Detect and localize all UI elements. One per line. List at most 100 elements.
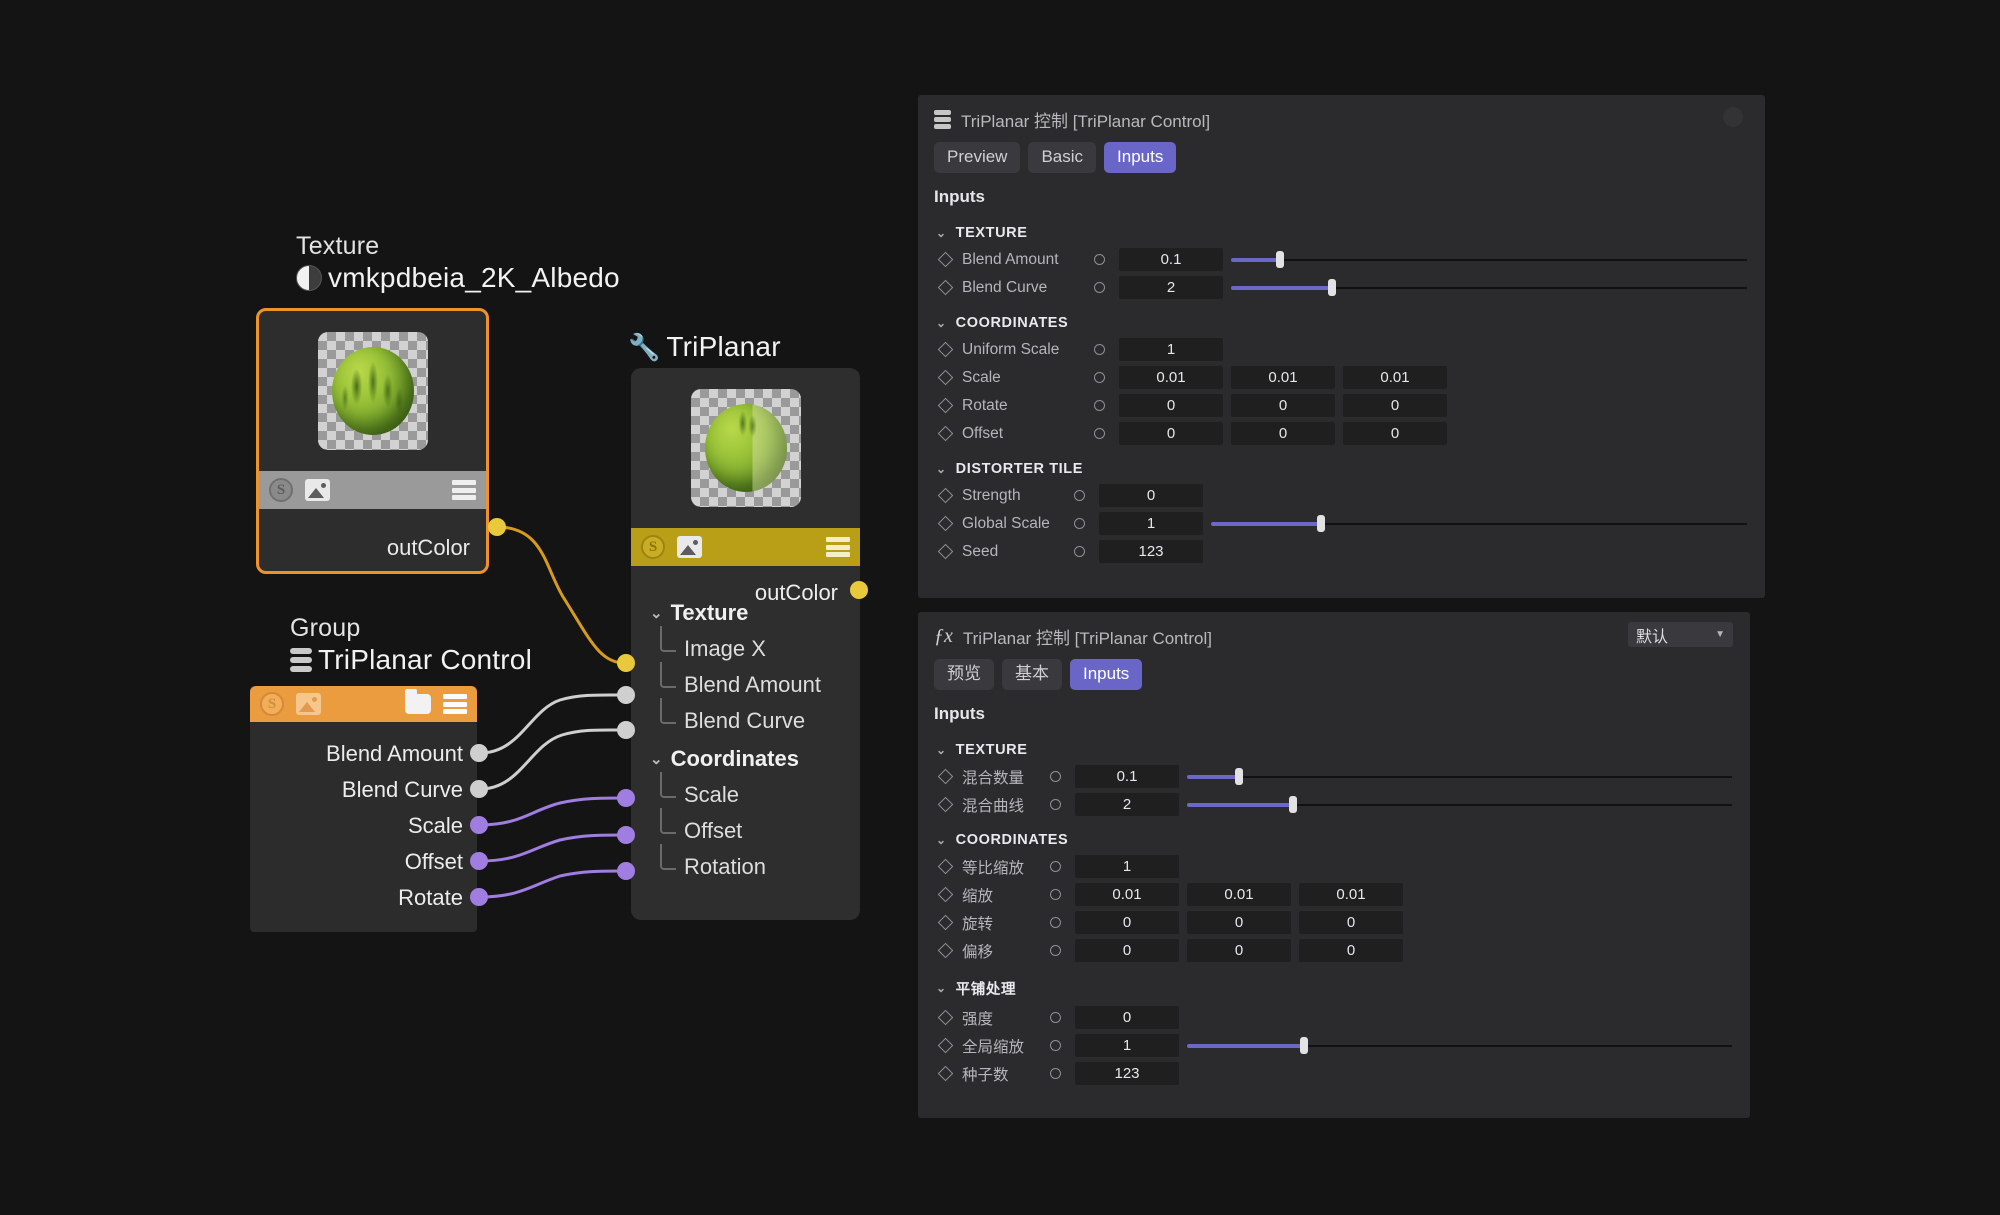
image-icon[interactable]: [305, 479, 330, 501]
row-rotate[interactable]: Rotate 0 0 0: [918, 393, 1765, 419]
value-field[interactable]: 0.1: [1119, 248, 1223, 272]
folder-icon[interactable]: [405, 689, 431, 714]
group-header-coordinates[interactable]: ⌄ COORDINATES: [918, 303, 1765, 337]
group-out-offset[interactable]: [470, 852, 488, 870]
chevron-down-icon[interactable]: ⌄: [936, 226, 947, 240]
texture-node-toolbar[interactable]: S: [259, 471, 486, 509]
keyframe-diamond-icon[interactable]: [937, 887, 954, 903]
keyframe-diamond-icon[interactable]: [937, 1038, 954, 1054]
connect-circle-icon[interactable]: [1074, 546, 1085, 558]
properties-panel-bottom[interactable]: ƒx TriPlanar 控制 [TriPlanar Control] 默认 ▼…: [918, 612, 1750, 1118]
keyframe-diamond-icon[interactable]: [937, 516, 954, 532]
triplanar-port-scale[interactable]: [617, 789, 635, 807]
tab-basic[interactable]: 基本: [1002, 659, 1062, 690]
value-field-x[interactable]: 0: [1075, 939, 1179, 963]
tree-item-rotation[interactable]: Rotation: [650, 844, 865, 880]
panel-corner-knob[interactable]: [1723, 107, 1743, 127]
connect-circle-icon[interactable]: [1050, 861, 1061, 873]
panel-bottom-tabs[interactable]: 预览 基本 Inputs: [918, 653, 1750, 690]
row-blend-curve[interactable]: Blend Curve 2: [918, 275, 1765, 301]
tab-inputs[interactable]: Inputs: [1070, 659, 1143, 690]
value-field-z[interactable]: 0: [1343, 394, 1447, 418]
group-port-blend-amount[interactable]: Blend Amount: [326, 741, 463, 767]
row-uniform-scale[interactable]: Uniform Scale 1: [918, 337, 1765, 363]
keyframe-diamond-icon[interactable]: [937, 342, 954, 358]
value-field-y[interactable]: 0: [1231, 422, 1335, 446]
value-field-x[interactable]: 0.01: [1119, 366, 1223, 390]
tree-item-scale[interactable]: Scale: [650, 772, 865, 808]
slider-global-scale[interactable]: [1211, 512, 1747, 535]
value-field[interactable]: 1: [1075, 1034, 1179, 1058]
chevron-down-icon[interactable]: ⌄: [936, 743, 947, 757]
connect-circle-icon[interactable]: [1050, 1040, 1061, 1052]
group-port-offset[interactable]: Offset: [405, 849, 463, 875]
connect-circle-icon[interactable]: [1094, 254, 1105, 266]
image-icon[interactable]: [677, 536, 702, 558]
value-field[interactable]: 0: [1075, 1006, 1179, 1030]
group-header-texture[interactable]: ⌄ TEXTURE: [918, 213, 1765, 247]
group-node[interactable]: S Blend Amount Blend Curve Scale Offset …: [250, 686, 477, 932]
connect-circle-icon[interactable]: [1074, 490, 1085, 502]
keyframe-diamond-icon[interactable]: [937, 426, 954, 442]
connect-circle-icon[interactable]: [1094, 372, 1105, 384]
value-field[interactable]: 123: [1075, 1062, 1179, 1086]
connect-circle-icon[interactable]: [1074, 518, 1085, 530]
panel-top-tabs[interactable]: Preview Basic Inputs: [918, 136, 1765, 173]
value-field-y[interactable]: 0: [1187, 911, 1291, 935]
group-node-toolbar[interactable]: S: [250, 686, 477, 722]
row-offset[interactable]: Offset 0 0 0: [918, 421, 1765, 447]
triplanar-port-rotation[interactable]: [617, 862, 635, 880]
tab-basic[interactable]: Basic: [1028, 142, 1097, 173]
slider-blend-amount[interactable]: [1187, 765, 1732, 788]
group-port-rotate[interactable]: Rotate: [398, 885, 463, 911]
keyframe-diamond-icon[interactable]: [937, 859, 954, 875]
value-field-z[interactable]: 0: [1343, 422, 1447, 446]
keyframe-diamond-icon[interactable]: [937, 280, 954, 296]
triplanar-outcolor-port[interactable]: [850, 581, 868, 599]
image-icon[interactable]: [296, 693, 321, 715]
row-strength-cn[interactable]: 强度 0: [918, 1005, 1750, 1031]
group-header-tiling[interactable]: ⌄ 平铺处理: [918, 966, 1750, 1005]
value-field-y[interactable]: 0: [1187, 939, 1291, 963]
group-header-texture[interactable]: ⌄ TEXTURE: [918, 730, 1750, 764]
group-port-scale[interactable]: Scale: [408, 813, 463, 839]
value-field-x[interactable]: 0: [1075, 911, 1179, 935]
keyframe-diamond-icon[interactable]: [937, 769, 954, 785]
tree-group-coordinates[interactable]: ⌄ Coordinates: [650, 746, 865, 772]
tab-preview[interactable]: Preview: [934, 142, 1021, 173]
keyframe-diamond-icon[interactable]: [937, 252, 954, 268]
connect-circle-icon[interactable]: [1094, 400, 1105, 412]
connect-circle-icon[interactable]: [1050, 1068, 1061, 1080]
triplanar-port-blend-amount[interactable]: [617, 686, 635, 704]
connect-circle-icon[interactable]: [1050, 1012, 1061, 1024]
row-uniform-scale-cn[interactable]: 等比缩放 1: [918, 854, 1750, 880]
slider-blend-curve[interactable]: [1187, 793, 1732, 816]
keyframe-diamond-icon[interactable]: [937, 488, 954, 504]
hamburger-icon[interactable]: [826, 537, 850, 557]
slider-blend-curve[interactable]: [1231, 276, 1747, 299]
tab-inputs[interactable]: Inputs: [1104, 142, 1177, 173]
group-header-distorter-tile[interactable]: ⌄ DISTORTER TILE: [918, 449, 1765, 483]
value-field[interactable]: 1: [1075, 855, 1179, 879]
keyframe-diamond-icon[interactable]: [937, 1066, 954, 1082]
tree-item-offset[interactable]: Offset: [650, 808, 865, 844]
tree-item-blend-curve[interactable]: Blend Curve: [650, 698, 865, 734]
hamburger-icon[interactable]: [443, 694, 467, 714]
row-global-scale[interactable]: Global Scale 1: [918, 511, 1765, 537]
triplanar-port-offset[interactable]: [617, 826, 635, 844]
value-field[interactable]: 0: [1099, 484, 1203, 508]
row-rotate-cn[interactable]: 旋转 0 0 0: [918, 910, 1750, 936]
row-offset-cn[interactable]: 偏移 0 0 0: [918, 938, 1750, 964]
row-blend-amount[interactable]: Blend Amount 0.1: [918, 247, 1765, 273]
row-seed-cn[interactable]: 种子数 123: [918, 1061, 1750, 1087]
value-field[interactable]: 123: [1099, 540, 1203, 564]
keyframe-diamond-icon[interactable]: [937, 1010, 954, 1026]
value-field[interactable]: 1: [1119, 338, 1223, 362]
keyframe-diamond-icon[interactable]: [937, 943, 954, 959]
group-port-blend-curve[interactable]: Blend Curve: [342, 777, 463, 803]
triplanar-node-toolbar[interactable]: S: [631, 528, 860, 566]
texture-node[interactable]: S outColor: [256, 308, 489, 574]
row-scale[interactable]: Scale 0.01 0.01 0.01: [918, 365, 1765, 391]
triplanar-port-blend-curve[interactable]: [617, 721, 635, 739]
connect-circle-icon[interactable]: [1050, 799, 1061, 811]
